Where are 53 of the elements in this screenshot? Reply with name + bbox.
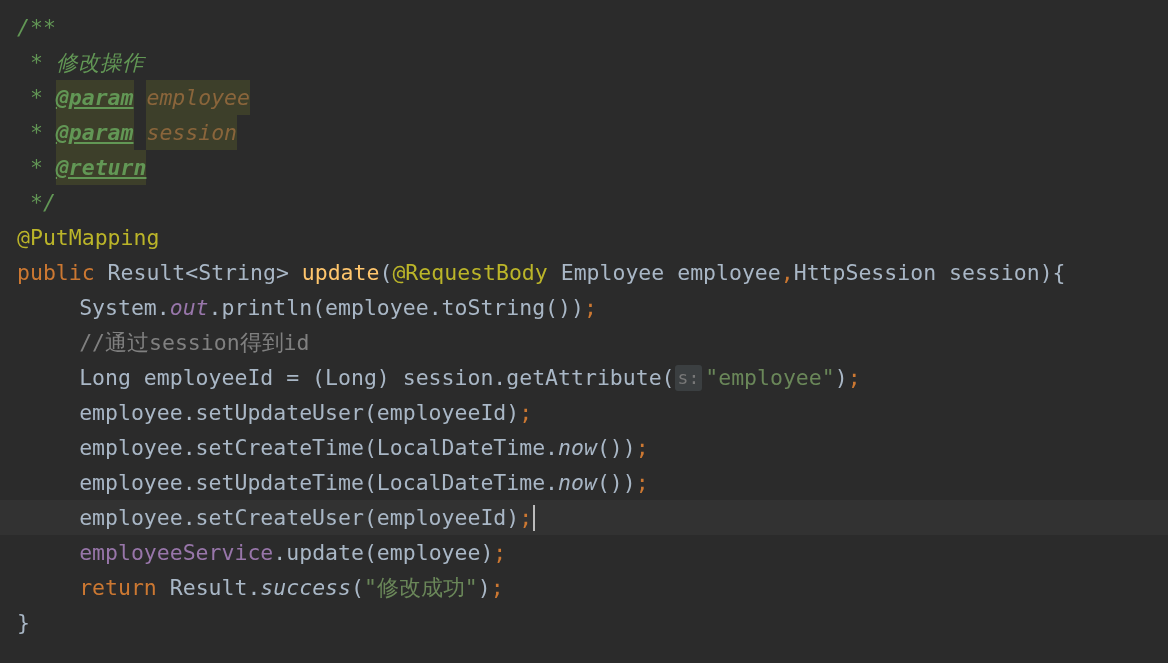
keyword: return (79, 574, 157, 602)
punctuation: ; (583, 294, 597, 322)
code-text: Result<String> (106, 259, 290, 287)
keyword: public (17, 259, 95, 287)
string-literal: "employee" (705, 364, 835, 392)
code-editor[interactable] (0, 0, 1168, 663)
code-text: Long employeeId = (Long) session.getAttribute( (79, 364, 675, 392)
punctuation: ; (490, 574, 504, 602)
code-text: .println(employee.toString()) (208, 294, 584, 322)
text-cursor (533, 504, 536, 531)
code-text: } (17, 609, 30, 637)
code-text: employee.setCreateTime(LocalDateTime. (79, 434, 559, 462)
code-text: employee.setUpdateTime(LocalDateTime. (79, 469, 559, 497)
field-name: employeeService (79, 539, 274, 567)
punctuation: ; (847, 364, 861, 392)
doc-comment: */ (28, 189, 56, 217)
doc-tag: @param (55, 115, 134, 150)
code-text: Employee employee (559, 259, 781, 287)
static-method: success (260, 574, 351, 602)
code-text: employee.setUpdateUser(employeeId) (79, 399, 520, 427)
method-name: update (301, 259, 380, 287)
punctuation: ; (493, 539, 507, 567)
doc-tag: @return (55, 150, 147, 185)
code-text: employee.setCreateUser(employeeId) (79, 504, 520, 532)
static-method: now (558, 469, 597, 497)
doc-param-name: session (146, 115, 238, 150)
annotation: @RequestBody (392, 259, 548, 287)
doc-param-name: employee (146, 80, 250, 115)
code-text: ( (379, 259, 393, 287)
doc-comment: * (28, 154, 44, 182)
punctuation: ; (519, 399, 533, 427)
doc-comment: * 修改操作 (28, 49, 144, 77)
line-comment: //通过session得到id (79, 329, 310, 357)
code-text: ) (477, 574, 491, 602)
doc-comment: * (28, 119, 44, 147)
doc-comment: * (28, 84, 44, 112)
code-text: Result. (168, 574, 261, 602)
punctuation: ; (635, 469, 649, 497)
string-literal: "修改成功" (363, 574, 478, 602)
punctuation: ; (635, 434, 649, 462)
annotation: @PutMapping (17, 224, 160, 252)
doc-tag: @param (55, 80, 134, 115)
code-text: ) (834, 364, 848, 392)
parameter-hint: s: (674, 364, 703, 391)
static-field: out (169, 290, 209, 325)
code-text: System. (79, 294, 170, 322)
punctuation: ; (519, 504, 533, 532)
punctuation: , (780, 259, 794, 287)
static-method: now (558, 434, 597, 462)
code-text: ( (350, 574, 364, 602)
code-text: .update(employee) (273, 539, 494, 567)
doc-comment: /** (17, 14, 56, 42)
code-text: HttpSession session){ (793, 259, 1066, 287)
